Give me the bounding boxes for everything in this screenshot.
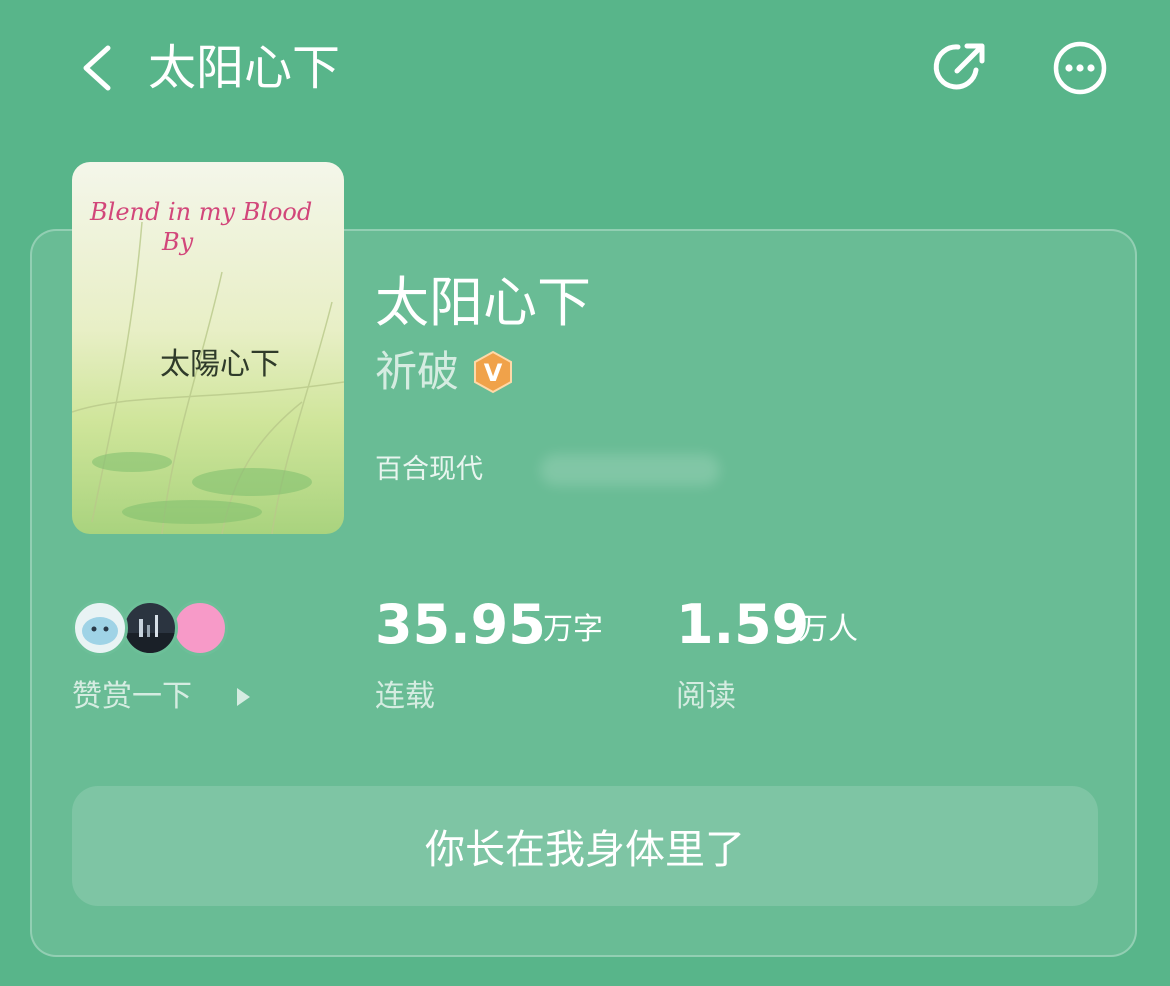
- word-count-value: 35.95: [375, 593, 546, 656]
- author-name: 祈破: [375, 347, 460, 396]
- share-icon: [933, 43, 985, 90]
- reader-count-value: 1.59: [676, 593, 810, 656]
- book-cover-image: Blend in my Blood By 太陽心下: [72, 162, 344, 534]
- quote-button[interactable]: 你长在我身体里了: [72, 786, 1098, 906]
- more-button[interactable]: [1052, 40, 1108, 96]
- chevron-left-icon: [83, 45, 111, 91]
- avatar: [172, 600, 228, 656]
- cover-title-en: Blend in my Blood: [89, 198, 312, 226]
- author-row[interactable]: 祈破 V: [375, 344, 515, 400]
- back-button[interactable]: [70, 38, 130, 98]
- word-count-unit: 万字: [543, 612, 603, 647]
- avatar: [122, 600, 178, 656]
- category-tag[interactable]: 百合现代: [375, 452, 483, 488]
- page-title: 太阳心下: [148, 40, 341, 96]
- reader-count-label: 阅读: [676, 679, 736, 714]
- book-cover[interactable]: Blend in my Blood By 太陽心下: [72, 162, 344, 534]
- book-title: 太阳心下: [375, 271, 591, 334]
- play-arrow-icon: [237, 688, 250, 706]
- svg-text:V: V: [484, 359, 503, 387]
- serial-status-label: 连载: [375, 679, 435, 714]
- share-button[interactable]: [932, 38, 990, 96]
- reward-avatars[interactable]: [72, 600, 232, 660]
- verified-badge-icon: V: [474, 350, 513, 394]
- cover-byline: By: [161, 228, 194, 256]
- cover-title-zh: 太陽心下: [160, 347, 280, 382]
- blurred-tag: [540, 454, 720, 486]
- reward-label[interactable]: 赞赏一下: [72, 676, 192, 718]
- avatar: [72, 600, 128, 656]
- more-icon: [1053, 41, 1107, 95]
- reader-count-unit: 万人: [798, 612, 858, 647]
- quote-text: 你长在我身体里了: [425, 827, 745, 873]
